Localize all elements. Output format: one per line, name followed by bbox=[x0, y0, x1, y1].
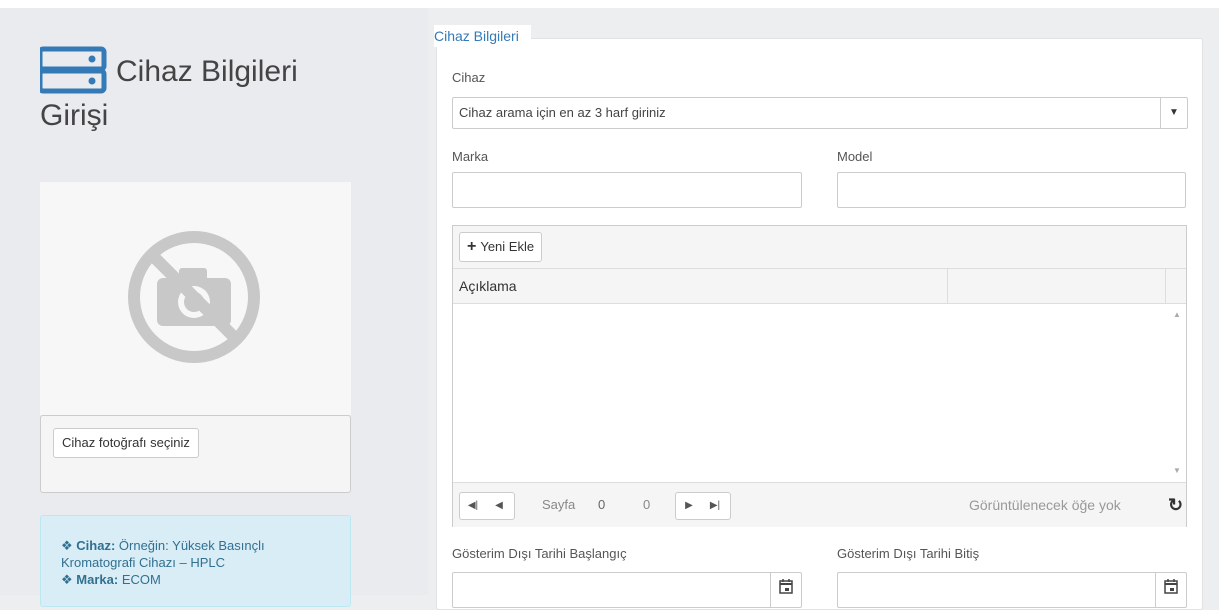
marka-field[interactable] bbox=[452, 172, 802, 208]
cihaz-combobox[interactable]: Cihaz arama için en az 3 harf giriniz ▼ bbox=[452, 97, 1188, 129]
panel-legend: Cihaz Bilgileri bbox=[434, 25, 531, 47]
page-total: 0 bbox=[643, 497, 651, 512]
page-input[interactable]: 0 bbox=[598, 492, 605, 518]
description-grid: + Yeni Ekle Açıklama ▲ ▼ ◀​| ◀ Sayfa 0 0 ▶… bbox=[452, 225, 1187, 527]
chevron-down-icon[interactable]: ▼ bbox=[1160, 98, 1187, 128]
calendar-icon[interactable] bbox=[1155, 573, 1186, 607]
info-marka-label: Marka: bbox=[76, 572, 119, 587]
server-icon bbox=[37, 46, 110, 94]
model-field[interactable] bbox=[837, 172, 1186, 208]
start-date-field[interactable] bbox=[452, 572, 802, 608]
page-title-line2: Girişi bbox=[40, 99, 109, 132]
last-page-icon[interactable]: ▶| bbox=[702, 493, 728, 519]
page-label: Sayfa bbox=[542, 497, 576, 512]
info-box: ❖ Cihaz: Örneğin: Yüksek Basınçlı Kromat… bbox=[40, 515, 351, 607]
start-date-label: Gösterim Dışı Tarihi Başlangıç bbox=[452, 546, 627, 561]
column-divider bbox=[1165, 269, 1166, 303]
info-cihaz-text: Örneğin: Yüksek Basınçlı bbox=[118, 538, 265, 553]
plus-icon: + bbox=[467, 238, 477, 255]
page-title: Cihaz Bilgileri Girişi bbox=[37, 46, 400, 138]
grid-pager: ◀​| ◀ Sayfa 0 0 ▶ ▶| Görüntülenecek öğe yo… bbox=[453, 482, 1186, 527]
page-title-line1: Cihaz Bilgileri bbox=[116, 55, 298, 88]
column-header-aciklama[interactable]: Açıklama bbox=[459, 269, 517, 303]
photo-select-panel: Cihaz fotoğrafı seçiniz bbox=[40, 415, 351, 493]
device-photo bbox=[40, 182, 351, 415]
pager-next-group: ▶ ▶| bbox=[675, 492, 731, 520]
info-cihaz-text2: Kromatografi Cihazı – HPLC bbox=[61, 555, 226, 570]
grid-toolbar: + Yeni Ekle bbox=[453, 226, 1186, 269]
info-cihaz-label: Cihaz: bbox=[76, 538, 116, 553]
column-divider bbox=[947, 269, 948, 303]
scroll-down-icon[interactable]: ▼ bbox=[1173, 466, 1181, 475]
info-icon: ❖ bbox=[61, 538, 73, 553]
info-marka-text: ECOM bbox=[121, 572, 161, 587]
end-date-label: Gösterim Dışı Tarihi Bitiş bbox=[837, 546, 980, 561]
scroll-up-icon[interactable]: ▲ bbox=[1173, 310, 1181, 319]
model-label: Model bbox=[837, 149, 873, 164]
empty-message: Görüntülenecek öğe yok bbox=[969, 497, 1121, 513]
next-page-icon[interactable]: ▶ bbox=[676, 493, 702, 519]
cihaz-placeholder: Cihaz arama için en az 3 harf giriniz bbox=[459, 105, 666, 120]
marka-label: Marka bbox=[452, 149, 489, 164]
info-marka-line: ❖ Marka: ECOM bbox=[61, 572, 161, 588]
cihaz-label: Cihaz bbox=[452, 70, 486, 85]
prev-page-icon[interactable]: ◀ bbox=[486, 493, 512, 519]
top-bar bbox=[0, 0, 1219, 8]
no-camera-icon bbox=[127, 230, 261, 364]
grid-body bbox=[453, 304, 1186, 481]
select-photo-button[interactable]: Cihaz fotoğrafı seçiniz bbox=[53, 428, 199, 458]
info-icon: ❖ bbox=[61, 572, 73, 587]
calendar-icon[interactable] bbox=[770, 573, 801, 607]
end-date-field[interactable] bbox=[837, 572, 1187, 608]
grid-scrollbar[interactable]: ▲ ▼ bbox=[1168, 304, 1186, 481]
add-new-label: Yeni Ekle bbox=[480, 239, 535, 254]
pager-prev-group: ◀​| ◀ bbox=[459, 492, 515, 520]
info-cihaz-line: ❖ Cihaz: Örneğin: Yüksek Basınçlı bbox=[61, 538, 265, 554]
add-new-button[interactable]: + Yeni Ekle bbox=[459, 232, 543, 262]
first-page-icon[interactable]: ◀​| bbox=[460, 493, 486, 519]
refresh-icon[interactable]: ↻ bbox=[1168, 492, 1183, 518]
grid-header: Açıklama bbox=[453, 269, 1186, 304]
